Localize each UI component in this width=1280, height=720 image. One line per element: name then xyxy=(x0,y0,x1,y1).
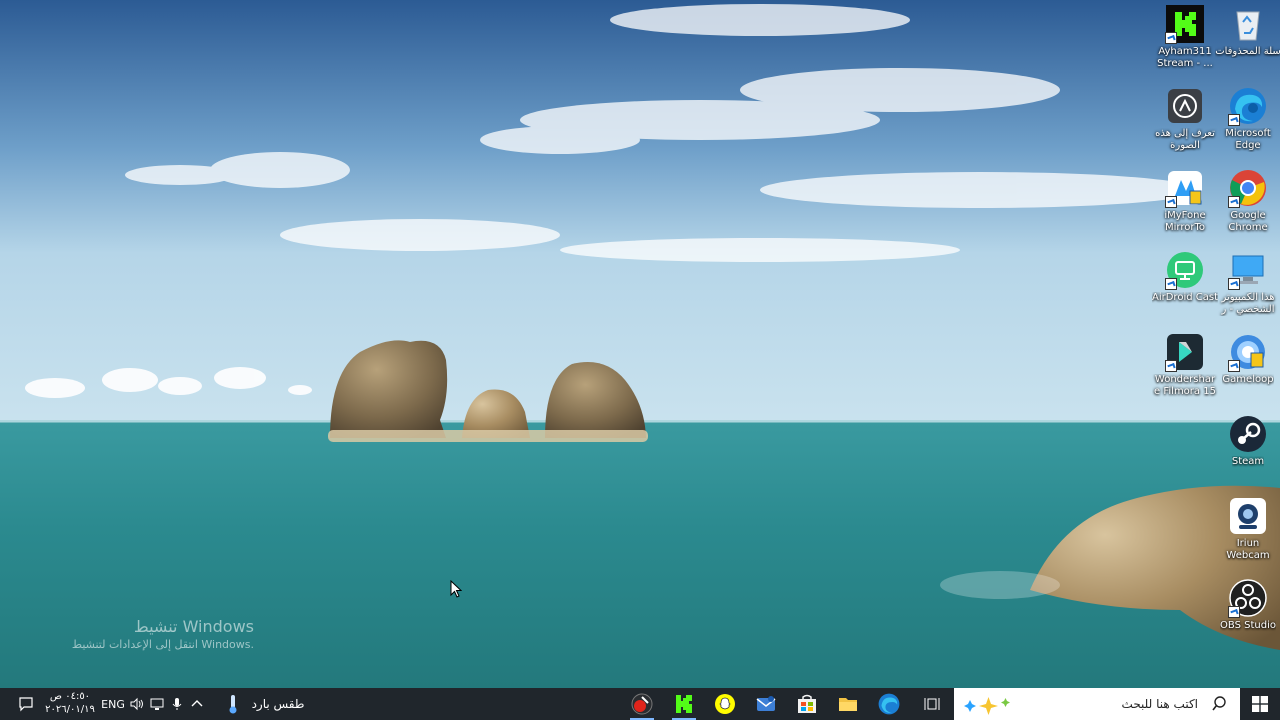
task-view-button[interactable] xyxy=(912,688,952,720)
taskbar-app-mail[interactable] xyxy=(746,688,786,720)
obs-icon xyxy=(1228,578,1268,618)
mouse-cursor-icon xyxy=(450,580,462,598)
taskbar-app-snapchat[interactable] xyxy=(705,688,745,720)
recycle-bin-icon xyxy=(1228,4,1268,44)
speaker-icon xyxy=(130,697,143,711)
shortcut-arrow-icon xyxy=(1165,196,1177,208)
kick-icon xyxy=(676,695,692,713)
filmora-icon xyxy=(1165,332,1205,372)
microphone-button[interactable] xyxy=(168,688,186,720)
clock-time: ٠٤:٥٠ ص xyxy=(49,691,91,702)
mail-icon xyxy=(756,696,776,711)
search-box[interactable]: اكتب هنا للبحث xyxy=(954,688,1240,720)
microsoft-store-icon xyxy=(798,694,816,713)
taskbar: ٠٤:٥٠ ص ٢٠٢٦/٠١/١٩ ENG طقس بارد اكتب هنا… xyxy=(0,688,1280,720)
edge-shortcut[interactable]: Microsoft Edge xyxy=(1215,86,1280,152)
recycle-bin-label: سلة المحذوفات xyxy=(1215,46,1280,57)
network-button[interactable] xyxy=(148,688,166,720)
filmora-label: Wondershare Filmora 15 xyxy=(1154,374,1216,397)
taskbar-app-edge[interactable] xyxy=(869,688,909,720)
chevron-up-icon xyxy=(191,700,203,707)
activate-windows-watermark: تنشيط Windows انتقل إلى الإعدادات لتنشيط… xyxy=(64,617,254,653)
chrome-shortcut[interactable]: Google Chrome xyxy=(1215,168,1280,234)
kick-stream-shortcut[interactable]: Ayham311 Stream - ... xyxy=(1152,4,1218,70)
record-app-icon xyxy=(631,693,653,715)
steam-label: Steam xyxy=(1231,456,1265,467)
this-pc-label: هذا الكمبيوتر الشخصي - ر xyxy=(1221,292,1275,315)
desktop[interactable]: سلة المحذوفات Microsoft Edge Google Chro… xyxy=(0,0,1280,688)
shortcut-arrow-icon xyxy=(1165,360,1177,372)
learn-about-picture-shortcut[interactable]: تعرف إلى هذه الصورة xyxy=(1152,86,1218,152)
watermark-subtitle: انتقل إلى الإعدادات لتنشيط Windows. xyxy=(71,638,254,651)
clock-date: ٢٠٢٦/٠١/١٩ xyxy=(45,704,95,715)
kick-stream-label: Ayham311 Stream - ... xyxy=(1157,46,1213,69)
show-hidden-icons-button[interactable] xyxy=(188,688,206,720)
volume-button[interactable] xyxy=(128,688,146,720)
gameloop-label: Gameloop xyxy=(1222,374,1274,385)
copilot-sparkle-icon xyxy=(964,697,1010,715)
edge-icon xyxy=(878,693,900,715)
action-center-button[interactable] xyxy=(10,688,42,720)
shortcut-arrow-icon xyxy=(1228,360,1240,372)
steam-shortcut[interactable]: Steam xyxy=(1215,414,1280,468)
iriun-webcam-label: Iriun Webcam xyxy=(1226,538,1270,561)
this-pc-icon xyxy=(1228,250,1268,290)
this-pc-shortcut[interactable]: هذا الكمبيوتر الشخصي - ر xyxy=(1215,250,1280,316)
imyfone-mirrorto-shortcut[interactable]: iMyFone MirrorTo xyxy=(1152,168,1218,234)
gameloop-shortcut[interactable]: Gameloop xyxy=(1215,332,1280,386)
iriun-webcam-shortcut[interactable]: Iriun Webcam xyxy=(1215,496,1280,562)
task-view-icon xyxy=(924,698,940,710)
airdroid-cast-shortcut[interactable]: AirDroid Cast xyxy=(1152,250,1218,304)
steam-icon xyxy=(1228,414,1268,454)
iriun-webcam-icon xyxy=(1228,496,1268,536)
airdroid-cast-label: AirDroid Cast xyxy=(1152,292,1218,303)
clock-button[interactable]: ٠٤:٥٠ ص ٢٠٢٦/٠١/١٩ xyxy=(40,690,100,718)
snapchat-icon xyxy=(715,694,735,714)
gameloop-icon xyxy=(1228,332,1268,372)
imyfone-mirrorto-icon xyxy=(1165,168,1205,208)
airdroid-cast-icon xyxy=(1165,250,1205,290)
microphone-icon xyxy=(172,698,182,710)
learn-about-picture-label: تعرف إلى هذه الصورة xyxy=(1155,128,1215,151)
shortcut-arrow-icon xyxy=(1165,278,1177,290)
wallpaper xyxy=(0,0,1280,688)
obs-label: OBS Studio xyxy=(1220,620,1276,631)
taskbar-app-store[interactable] xyxy=(787,688,827,720)
start-button[interactable] xyxy=(1240,688,1280,720)
shortcut-arrow-icon xyxy=(1228,196,1240,208)
shortcut-arrow-icon xyxy=(1165,32,1177,44)
weather-text: طقس بارد xyxy=(251,697,305,711)
chrome-label: Google Chrome xyxy=(1228,210,1268,233)
language-indicator[interactable]: ENG xyxy=(100,688,126,720)
watermark-title: تنشيط Windows xyxy=(133,617,254,636)
search-icon xyxy=(1212,696,1226,711)
file-explorer-icon xyxy=(839,698,857,711)
edge-icon xyxy=(1228,86,1268,126)
imyfone-mirrorto-label: iMyFone MirrorTo xyxy=(1164,210,1206,233)
notification-icon xyxy=(19,697,33,712)
learn-about-picture-icon xyxy=(1165,86,1205,126)
taskbar-app-kick[interactable] xyxy=(664,688,704,720)
thermometer-icon xyxy=(229,695,237,714)
edge-label: Microsoft Edge xyxy=(1225,128,1271,151)
filmora-shortcut[interactable]: Wondershare Filmora 15 xyxy=(1152,332,1218,398)
shortcut-arrow-icon xyxy=(1228,114,1240,126)
shortcut-arrow-icon xyxy=(1228,606,1240,618)
network-icon xyxy=(150,698,164,710)
taskbar-app-file-explorer[interactable] xyxy=(828,688,868,720)
recycle-bin-shortcut[interactable]: سلة المحذوفات xyxy=(1215,4,1280,58)
chrome-icon xyxy=(1228,168,1268,208)
weather-widget[interactable]: طقس بارد xyxy=(220,688,310,720)
kick-icon xyxy=(1165,4,1205,44)
taskbar-app-recorder[interactable] xyxy=(622,688,662,720)
windows-logo-icon xyxy=(1252,696,1268,712)
obs-shortcut[interactable]: OBS Studio xyxy=(1215,578,1280,632)
search-placeholder: اكتب هنا للبحث xyxy=(1121,697,1198,711)
shortcut-arrow-icon xyxy=(1228,278,1240,290)
